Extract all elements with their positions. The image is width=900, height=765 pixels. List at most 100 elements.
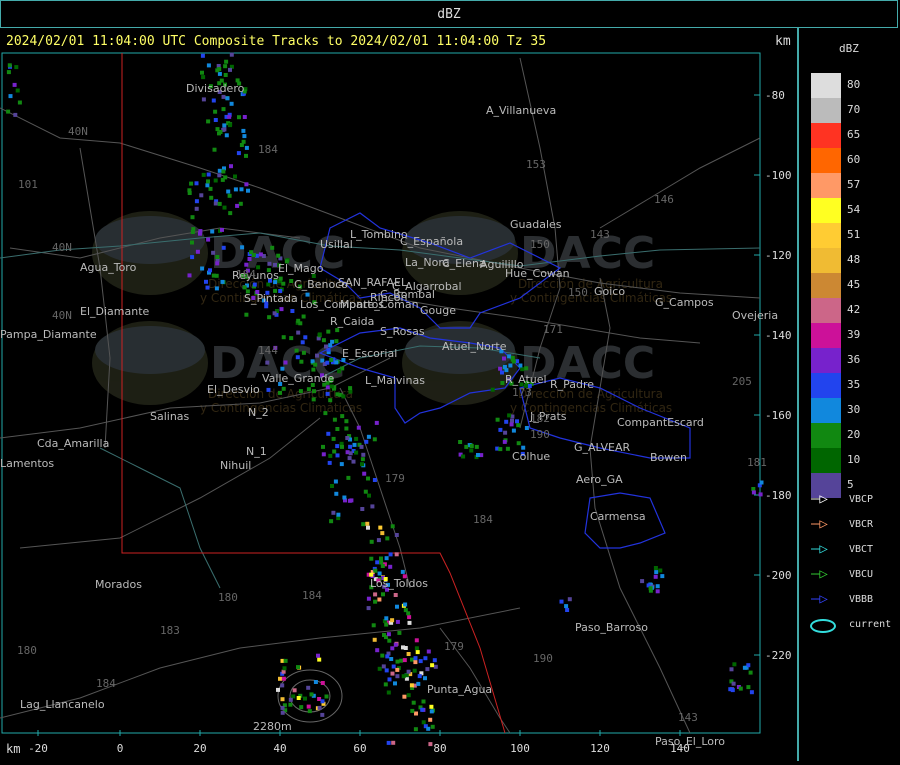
echo-pixel [289, 336, 294, 341]
place-label: Divisadero [186, 82, 245, 95]
echo-pixel [461, 454, 466, 459]
echo-pixel [204, 279, 208, 284]
echo-pixel [498, 427, 503, 432]
radar-map[interactable]: -20 0 20 40 60 80 100 120 140-80-100-120-140-160… [0, 28, 798, 761]
echo-pixel [13, 112, 18, 117]
echo-pixel [366, 434, 371, 439]
place-label: CompantEscard [617, 416, 704, 429]
x-tick-label: 0 [117, 742, 124, 755]
map-panel[interactable]: -20 0 20 40 60 80 100 120 140 -80 -100 -120 -140 -160… [0, 28, 798, 761]
road-number: 40N [52, 241, 72, 254]
echo-pixel [500, 370, 504, 375]
echo-pixel [305, 292, 310, 297]
echo-pixel [373, 592, 378, 597]
echo-pixel [294, 348, 299, 353]
echo-pixel [332, 449, 337, 454]
track-legend-label: current [849, 619, 892, 630]
echo-pixel [242, 285, 247, 290]
echo-pixel [376, 538, 381, 543]
y-tick-label: -180 [765, 489, 792, 502]
echo-pixel [507, 413, 512, 418]
place-label: Usillal [320, 238, 353, 251]
place-label: Los_Compartos [300, 298, 384, 311]
place-label: Punta_Agua [427, 683, 492, 696]
echo-pixel [331, 510, 336, 515]
echo-pixel [244, 312, 249, 317]
echo-pixel [429, 704, 434, 709]
echo-pixel [559, 599, 564, 604]
echo-pixel [312, 389, 316, 394]
echo-pixel [187, 273, 192, 278]
echo-pixel [375, 560, 380, 565]
echo-pixel [309, 692, 314, 697]
echo-pixel [295, 355, 300, 360]
legend-swatch [811, 373, 841, 398]
echo-pixel [655, 589, 660, 594]
legend-swatch [811, 198, 841, 223]
echo-pixel [235, 203, 240, 208]
echo-pixel [281, 335, 286, 340]
echo-pixel [430, 724, 435, 729]
echo-pixel [205, 183, 210, 188]
echo-pixel [378, 525, 383, 530]
echo-pixel [418, 659, 423, 664]
place-label: G_ALVEAR [574, 441, 630, 454]
echo-pixel [389, 657, 394, 661]
legend-scale-label: 54 [847, 203, 861, 216]
echo-pixel [426, 649, 431, 654]
echo-pixel [469, 448, 474, 453]
echo-pixel [220, 227, 224, 232]
echo-pixel [516, 441, 521, 446]
echo-pixel [317, 657, 322, 662]
legend-scale-label: 39 [847, 328, 861, 341]
legend-swatch [811, 73, 841, 98]
legend-scale-label: 60 [847, 153, 861, 166]
road-number: 183 [160, 624, 180, 637]
echo-pixel [348, 386, 353, 391]
echo-pixel [280, 697, 285, 702]
echo-pixel [386, 632, 391, 637]
echo-pixel [244, 145, 249, 150]
echo-pixel [194, 199, 199, 204]
echo-pixel [474, 444, 479, 449]
echo-pixel [369, 539, 374, 544]
echo-pixel [320, 681, 325, 685]
legend-swatch [811, 173, 841, 198]
echo-pixel [379, 560, 384, 565]
echo-pixel [653, 566, 658, 570]
echo-pixel [515, 419, 519, 424]
echo-pixel [303, 335, 308, 340]
road-number: 184 [302, 589, 322, 602]
y-tick-label: -140 [765, 329, 792, 342]
echo-pixel [330, 484, 334, 488]
echo-pixel [464, 444, 469, 449]
current-cell-ellipse-icon [810, 619, 836, 633]
place-label: G_Campos [655, 296, 714, 309]
echo-pixel [348, 444, 353, 449]
echo-pixel [246, 188, 250, 193]
echo-pixel [226, 189, 231, 194]
echo-pixel [194, 206, 199, 211]
echo-pixel [388, 552, 393, 557]
x-tick-label: 80 [433, 742, 446, 755]
legend-swatch [811, 123, 841, 148]
echo-pixel [329, 519, 334, 524]
echo-pixel [225, 96, 230, 101]
echo-pixel [505, 446, 510, 451]
echo-pixel [653, 574, 658, 579]
echo-pixel [331, 436, 336, 441]
echo-pixel [296, 665, 300, 670]
echo-pixel [328, 453, 333, 458]
echo-pixel [402, 658, 407, 663]
echo-pixel [344, 419, 349, 424]
echo-pixel [249, 250, 254, 255]
track-arrow-icon: —▷ [811, 516, 828, 532]
echo-pixel [394, 552, 399, 557]
echo-pixel [252, 282, 257, 287]
echo-pixel [498, 366, 503, 371]
echo-pixel [356, 425, 361, 430]
road-number: 173 [512, 386, 532, 399]
echo-pixel [565, 608, 570, 612]
echo-pixel [660, 574, 665, 579]
echo-pixel [334, 360, 339, 365]
